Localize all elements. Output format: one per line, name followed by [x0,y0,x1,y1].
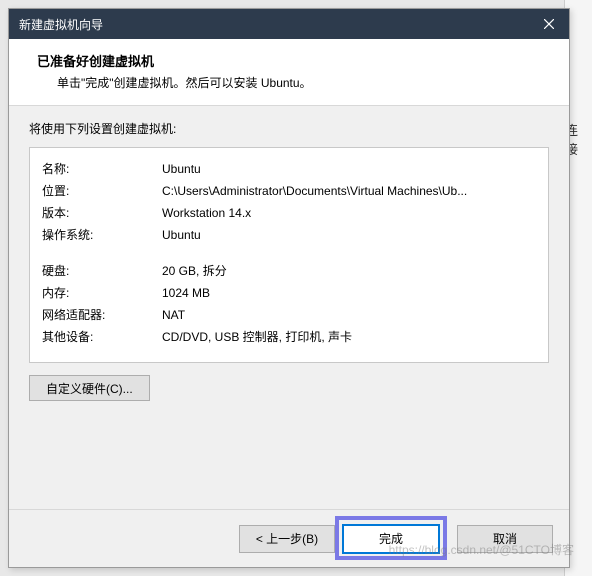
close-button[interactable] [529,9,569,39]
header-title: 已准备好创建虚拟机 [37,51,549,70]
titlebar: 新建虚拟机向导 [9,9,569,39]
row-name: 名称: Ubuntu [42,158,536,180]
header-description: 单击"完成"创建虚拟机。然后可以安装 Ubuntu。 [57,74,549,91]
label-os: 操作系统: [42,224,162,246]
settings-summary-box: 名称: Ubuntu 位置: C:\Users\Administrator\Do… [29,147,549,363]
value-name: Ubuntu [162,158,536,180]
settings-intro-label: 将使用下列设置创建虚拟机: [29,120,549,137]
label-other: 其他设备: [42,326,162,348]
cancel-button[interactable]: 取消 [457,525,553,553]
customize-hardware-button[interactable]: 自定义硬件(C)... [29,375,150,401]
value-other: CD/DVD, USB 控制器, 打印机, 声卡 [162,326,536,348]
label-location: 位置: [42,180,162,202]
row-disk: 硬盘: 20 GB, 拆分 [42,260,536,282]
close-icon [544,19,554,29]
titlebar-title: 新建虚拟机向导 [19,16,103,33]
value-version: Workstation 14.x [162,202,536,224]
label-network: 网络适配器: [42,304,162,326]
row-other: 其他设备: CD/DVD, USB 控制器, 打印机, 声卡 [42,326,536,348]
body-pane: 将使用下列设置创建虚拟机: 名称: Ubuntu 位置: C:\Users\Ad… [9,106,569,509]
row-version: 版本: Workstation 14.x [42,202,536,224]
wizard-dialog: 新建虚拟机向导 已准备好创建虚拟机 单击"完成"创建虚拟机。然后可以安装 Ubu… [8,8,570,568]
header-pane: 已准备好创建虚拟机 单击"完成"创建虚拟机。然后可以安装 Ubuntu。 [9,39,569,106]
row-location: 位置: C:\Users\Administrator\Documents\Vir… [42,180,536,202]
row-network: 网络适配器: NAT [42,304,536,326]
value-location: C:\Users\Administrator\Documents\Virtual… [162,180,536,202]
value-os: Ubuntu [162,224,536,246]
value-disk: 20 GB, 拆分 [162,260,536,282]
footer-pane: < 上一步(B) 完成 取消 [9,509,569,567]
label-memory: 内存: [42,282,162,304]
label-disk: 硬盘: [42,260,162,282]
value-network: NAT [162,304,536,326]
finish-button[interactable]: 完成 [343,525,439,553]
back-button[interactable]: < 上一步(B) [239,525,335,553]
label-name: 名称: [42,158,162,180]
value-memory: 1024 MB [162,282,536,304]
row-memory: 内存: 1024 MB [42,282,536,304]
label-version: 版本: [42,202,162,224]
row-os: 操作系统: Ubuntu [42,224,536,246]
